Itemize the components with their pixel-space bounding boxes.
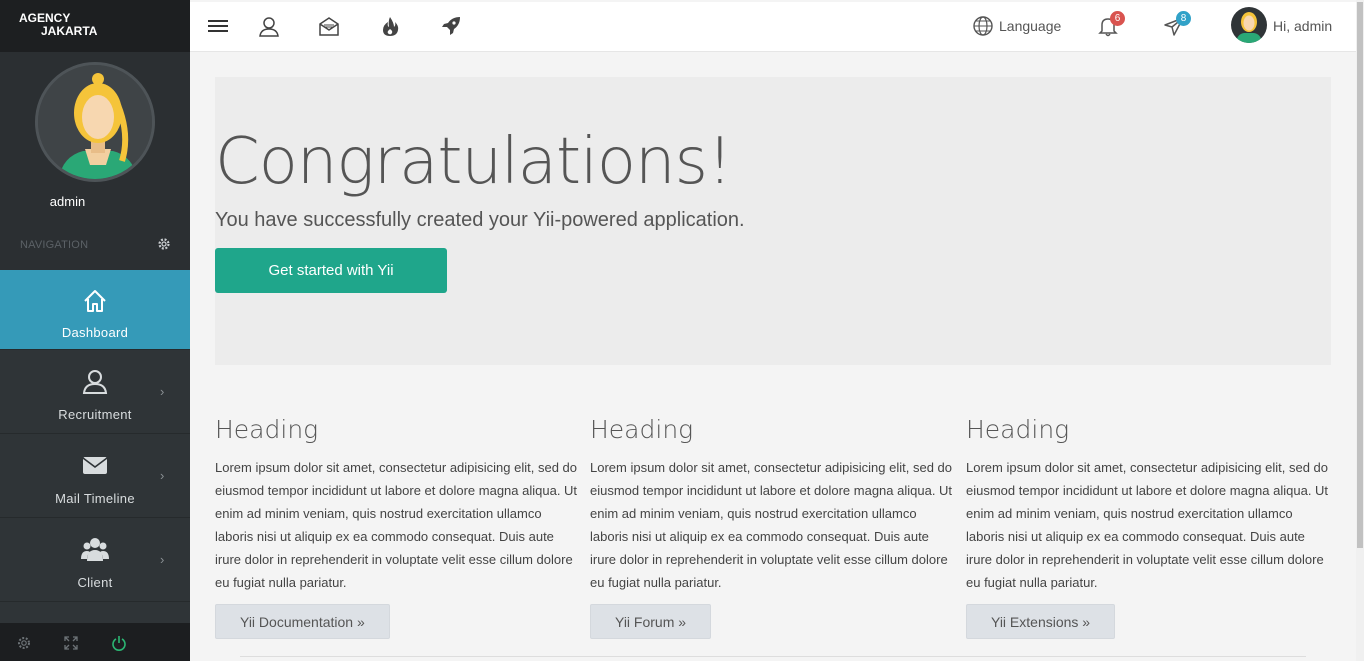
home-icon (80, 286, 110, 316)
column-text: Lorem ipsum dolor sit amet, consectetur … (590, 460, 953, 590)
user-avatar[interactable] (1231, 7, 1267, 43)
notifications-badge: 6 (1110, 11, 1125, 26)
chevron-right-icon: › (160, 384, 165, 399)
page-scrollbar[interactable] (1356, 0, 1364, 661)
sidebar-item-dashboard[interactable]: Dashboard (0, 270, 190, 350)
power-icon[interactable] (111, 635, 127, 651)
language-selector[interactable]: Language (999, 18, 1061, 34)
chevron-right-icon: › (160, 552, 165, 567)
column-heading: Heading (590, 415, 694, 444)
envelope-icon (80, 450, 110, 480)
content-column-3: Heading Lorem ipsum dolor sit amet, cons… (966, 415, 1334, 639)
sidebar-item-label: Mail Timeline (55, 491, 135, 506)
navigation-label: NAVIGATION (20, 239, 89, 251)
sidebar-item-label: Client (77, 575, 113, 590)
column-heading: Heading (215, 415, 319, 444)
mail-open-icon[interactable] (318, 15, 340, 37)
users-icon (80, 534, 110, 564)
sidebar-item-recruitment[interactable]: Recruitment › (0, 350, 190, 434)
sidebar-footer (0, 623, 190, 661)
globe-icon[interactable] (972, 15, 994, 37)
top-navbar: Language 6 8 Hi, admin (190, 2, 1356, 52)
lead-text: You have successfully created your Yii-p… (215, 209, 745, 231)
brand-logo[interactable]: AGENCY JAKARTA (0, 0, 190, 52)
menu-icon[interactable] (207, 15, 229, 37)
user-greeting[interactable]: Hi, admin (1273, 18, 1332, 34)
avatar[interactable] (35, 62, 155, 182)
get-started-button[interactable]: Get started with Yii (215, 248, 447, 293)
sidebar-item-label: Dashboard (61, 325, 129, 340)
sidebar-item-mail-timeline[interactable]: Mail Timeline › (0, 434, 190, 518)
column-text: Lorem ipsum dolor sit amet, consectetur … (966, 460, 1329, 590)
user-icon[interactable] (258, 15, 280, 37)
fire-icon[interactable] (379, 15, 401, 37)
yii-forum-button[interactable]: Yii Forum » (590, 604, 712, 639)
messages-badge: 8 (1176, 11, 1191, 26)
profile-panel: admin NAVIGATION (0, 52, 190, 270)
content-column-2: Heading Lorem ipsum dolor sit amet, cons… (590, 415, 958, 639)
chevron-right-icon: › (160, 468, 165, 483)
sidebar-item-label: Recruitment (58, 407, 132, 422)
yii-extensions-button[interactable]: Yii Extensions » (966, 604, 1116, 639)
gear-icon[interactable] (157, 237, 171, 251)
expand-icon[interactable] (63, 635, 79, 651)
divider (240, 656, 1306, 657)
jumbotron: Congratulations! You have successfully c… (215, 77, 1331, 365)
sidebar: AGENCY JAKARTA admin NAVIGATION Dashboar… (0, 0, 190, 661)
gear-icon[interactable] (16, 635, 32, 651)
sidebar-item-client[interactable]: Client › (0, 518, 190, 602)
brand-line2: JAKARTA (41, 24, 98, 38)
column-text: Lorem ipsum dolor sit amet, consectetur … (215, 460, 578, 590)
user-icon (80, 366, 110, 396)
scrollbar-thumb[interactable] (1357, 2, 1363, 548)
column-heading: Heading (966, 415, 1070, 444)
rocket-icon[interactable] (440, 15, 462, 37)
profile-username: admin (49, 194, 86, 209)
yii-documentation-button[interactable]: Yii Documentation » (215, 604, 390, 639)
content-column-1: Heading Lorem ipsum dolor sit amet, cons… (215, 415, 583, 639)
page-title: Congratulations! (215, 125, 733, 199)
